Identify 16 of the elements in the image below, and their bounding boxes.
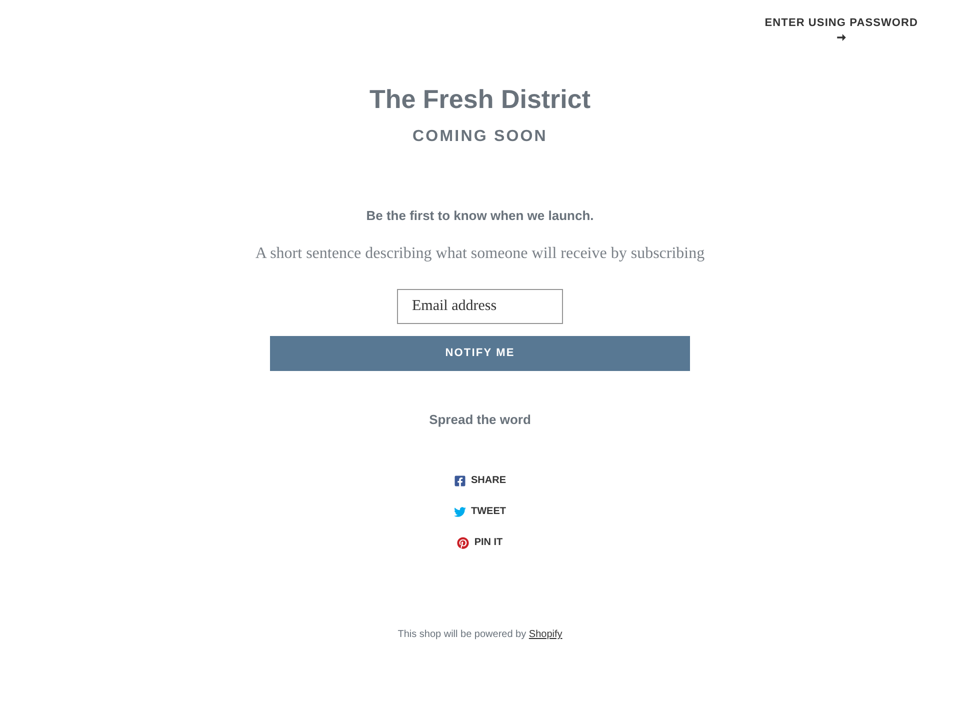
notify-me-button[interactable]: NOTIFY ME: [270, 336, 690, 371]
share-link[interactable]: PIN IT: [457, 534, 503, 551]
bird-icon: [454, 506, 466, 518]
signup-heading: Be the first to know when we launch.: [366, 207, 594, 225]
spread-word-heading: Spread the word: [429, 411, 531, 429]
share-link[interactable]: SHARE: [454, 472, 506, 489]
f-logo-icon: [454, 474, 466, 486]
coming-soon-tagline: COMING SOON: [412, 127, 548, 147]
shop-title: The Fresh District: [369, 83, 591, 115]
share-link[interactable]: TWEET: [454, 503, 506, 520]
enter-password-link[interactable]: ENTER USING PASSWORD: [764, 15, 918, 41]
shopify-link[interactable]: Shopify: [528, 629, 562, 640]
footer-text: This shop will be powered by Shopify: [398, 628, 562, 642]
email-field[interactable]: Email address: [397, 289, 563, 324]
signup-description: A short sentence describing what someone will receive by subscribing: [255, 245, 705, 263]
arrow-right-icon: [836, 34, 846, 41]
